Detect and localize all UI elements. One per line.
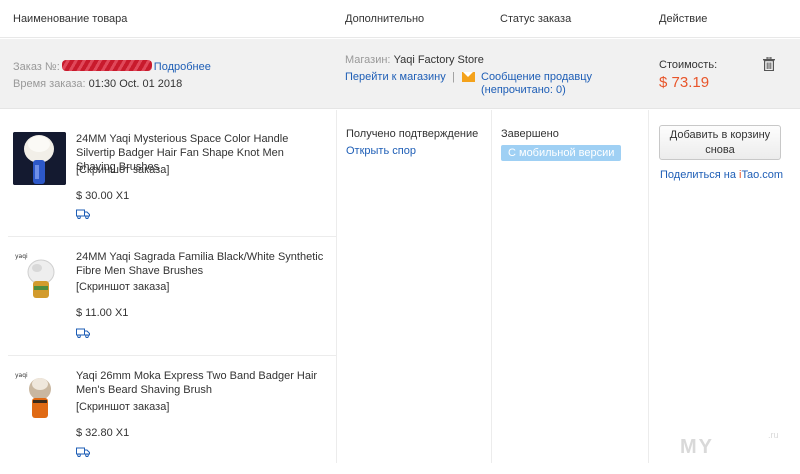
column-header-action: Действие	[659, 13, 708, 25]
order-snapshot-link[interactable]: [Скриншот заказа]	[76, 281, 169, 293]
confirmation-received: Получено подтверждение	[346, 128, 479, 140]
order-snapshot-link[interactable]: [Скриншот заказа]	[76, 164, 169, 176]
truck-icon[interactable]	[76, 447, 90, 457]
redacted-order-number	[61, 60, 152, 71]
add-to-cart-label-line1: Добавить в корзину	[669, 129, 771, 141]
column-divider	[336, 110, 337, 463]
product-image[interactable]: yaqi	[13, 250, 66, 303]
product-item: yaqi Yaqi 26mm Moka Express Two Band Bad…	[0, 356, 336, 474]
store-label: Магазин:	[345, 54, 391, 66]
product-price: $ 11.00 X1	[76, 307, 129, 319]
order-number: Заказ №: Подробнее	[13, 60, 211, 73]
product-price: $ 32.80 X1	[76, 427, 130, 439]
cost-value: $ 73.19	[659, 74, 710, 91]
order-details-link[interactable]: Подробнее	[154, 61, 211, 73]
unread-messages-link[interactable]: (непрочитано: 0)	[481, 84, 566, 96]
order-snapshot-link[interactable]: [Скриншот заказа]	[76, 401, 169, 413]
order-time-value: 01:30 Oct. 01 2018	[88, 78, 183, 90]
svg-text:yaqi: yaqi	[15, 372, 28, 379]
store-name: Yaqi Factory Store	[393, 54, 484, 66]
column-header-extra: Дополнительно	[345, 13, 425, 25]
watermark-suffix: .ru	[768, 430, 779, 440]
truck-icon[interactable]	[76, 328, 90, 338]
product-title[interactable]: Yaqi 26mm Moka Express Two Band Badger H…	[76, 369, 326, 397]
column-divider	[491, 110, 492, 463]
column-header-status: Статус заказа	[500, 13, 572, 25]
product-image[interactable]	[13, 132, 66, 185]
add-to-cart-again-button[interactable]: Добавить в корзину снова	[659, 125, 781, 160]
product-price: $ 30.00 X1	[76, 190, 130, 202]
go-to-store-link[interactable]: Перейти к магазину	[345, 71, 446, 83]
product-item: 24MM Yaqi Mysterious Space Color Handle …	[0, 110, 336, 228]
order-number-label: Заказ №:	[13, 61, 60, 73]
open-dispute-link[interactable]: Открыть спор	[346, 145, 416, 157]
product-item: yaqi 24MM Yaqi Sagrada Familia Black/Whi…	[0, 237, 336, 355]
order-time-label: Время заказа:	[13, 78, 86, 90]
column-divider	[648, 110, 649, 463]
share-itao-link[interactable]: Поделиться на iTao.com	[660, 169, 783, 181]
add-to-cart-label-line2: снова	[705, 144, 735, 156]
order-status: Завершено	[501, 128, 559, 140]
trash-icon[interactable]	[763, 57, 775, 71]
store-info: Магазин: Yaqi Factory Store	[345, 54, 484, 66]
order-time: Время заказа: 01:30 Oct. 01 2018	[13, 78, 182, 90]
column-header-name: Наименование товара	[13, 13, 128, 25]
envelope-icon	[462, 72, 475, 82]
table-header: Наименование товара Дополнительно Статус…	[0, 0, 800, 38]
link-separator: |	[452, 71, 455, 83]
message-seller-link[interactable]: Сообщение продавцу	[481, 71, 592, 83]
product-title[interactable]: 24MM Yaqi Sagrada Familia Black/White Sy…	[76, 250, 326, 278]
watermark: MY	[680, 436, 714, 458]
mobile-version-badge: С мобильной версии	[501, 145, 622, 161]
truck-icon[interactable]	[76, 209, 90, 219]
cost-label: Стоимость:	[659, 59, 718, 71]
svg-text:yaqi: yaqi	[15, 253, 28, 260]
product-image[interactable]: yaqi	[13, 369, 66, 422]
